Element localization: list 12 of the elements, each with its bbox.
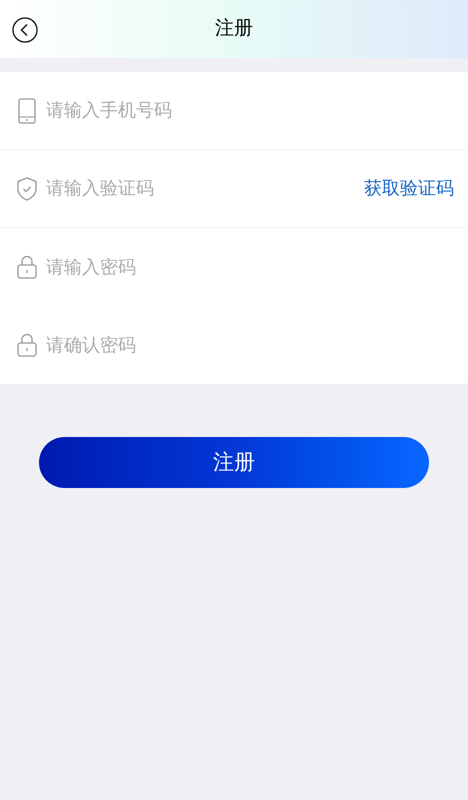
input-field[interactable]: 请输入手机号码 bbox=[46, 97, 454, 124]
get-code-link[interactable]: 获取验证码 bbox=[364, 175, 454, 202]
lock-icon bbox=[17, 255, 37, 279]
page-title: 注册 bbox=[215, 16, 253, 41]
input-field[interactable]: 请确认密码 bbox=[46, 332, 454, 358]
input-field[interactable]: 请输入密码 bbox=[46, 254, 454, 280]
register-button[interactable]: 注册 bbox=[39, 437, 429, 488]
phone-icon bbox=[18, 98, 36, 124]
shield-icon bbox=[17, 176, 37, 200]
back-icon[interactable] bbox=[12, 17, 38, 43]
lock-icon bbox=[17, 333, 37, 357]
input-field[interactable]: 请输入验证码 bbox=[46, 175, 364, 202]
